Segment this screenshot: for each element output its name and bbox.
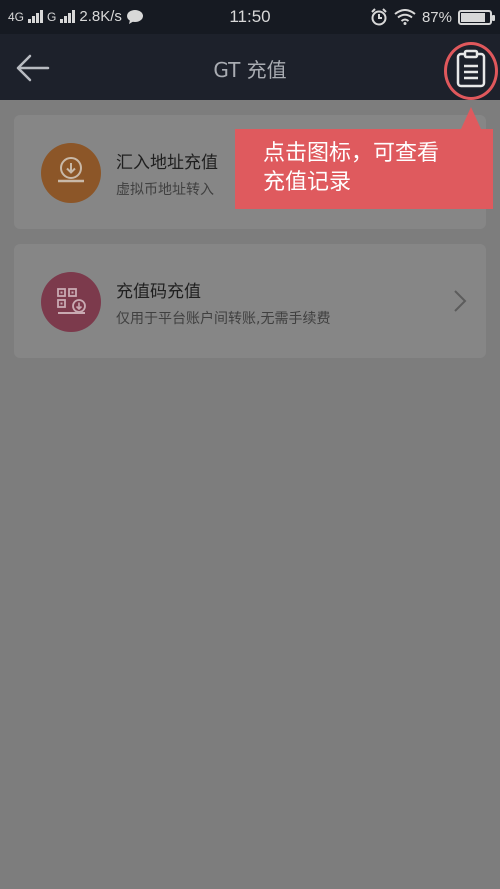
download-icon (41, 143, 101, 203)
card-description: 仅用于平台账户间转账,无需手续费 (116, 311, 331, 327)
clipboard-icon (456, 49, 486, 88)
code-recharge-card[interactable]: 充值码充值 仅用于平台账户间转账,无需手续费 (14, 244, 486, 358)
battery-icon (458, 9, 495, 25)
recharge-records-button[interactable] (448, 46, 494, 92)
card-description: 虚拟币地址转入 (116, 182, 214, 198)
tooltip-line-2: 充值记录 (263, 170, 352, 195)
battery-percent: 87% (421, 8, 452, 26)
card-title: 充值码充值 (116, 282, 201, 302)
nav-bar: GT 充值 (0, 34, 500, 100)
status-bar: 4G G 2.8K/s 11:50 87% (0, 0, 500, 34)
qr-download-icon (41, 272, 101, 332)
alarm-icon (371, 8, 387, 26)
page-title: GT 充值 (213, 58, 287, 82)
hint-tooltip: 点击图标，可查看 充值记录 (235, 129, 493, 209)
wifi-icon (394, 9, 416, 25)
status-right: 87% (370, 8, 495, 26)
battery-fill (461, 12, 486, 22)
tooltip-line-1: 点击图标，可查看 (263, 141, 440, 166)
card-title: 汇入地址充值 (116, 153, 218, 173)
chevron-right-icon (454, 290, 467, 312)
tooltip-arrow (461, 107, 481, 129)
